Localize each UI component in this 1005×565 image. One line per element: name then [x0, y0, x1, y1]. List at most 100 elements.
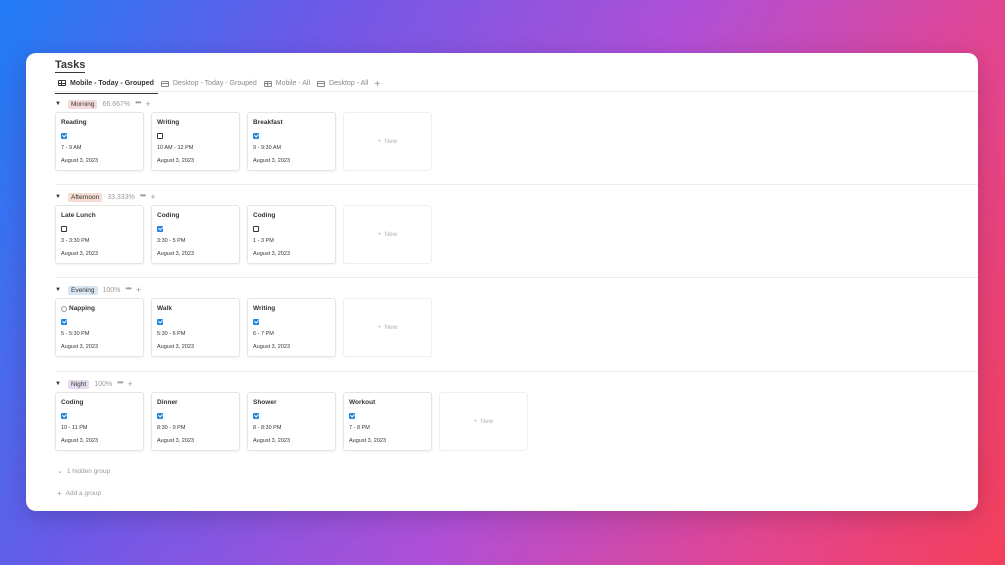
- add-group-button[interactable]: + Add a group: [57, 489, 101, 498]
- card-time: 5 - 5:30 PM: [61, 331, 90, 337]
- checkbox-checked[interactable]: [157, 413, 163, 419]
- card-title: Dinner: [157, 399, 234, 406]
- card-date: August 3, 2023: [253, 438, 291, 444]
- task-card[interactable]: Writing 10 AM - 12 PM August 3, 2023: [151, 112, 240, 171]
- group-percent: 33.333%: [107, 193, 135, 201]
- checkbox-checked[interactable]: [61, 413, 67, 419]
- checkbox-unchecked[interactable]: [61, 226, 67, 232]
- task-card[interactable]: Coding 1 - 3 PM August 3, 2023: [247, 205, 336, 264]
- checkbox-checked[interactable]: [61, 133, 67, 139]
- checkbox-checked[interactable]: [61, 319, 67, 325]
- checkbox-checked[interactable]: [157, 226, 163, 232]
- more-options-icon[interactable]: •••: [140, 191, 146, 200]
- card-time: 6 - 7 PM: [253, 331, 274, 337]
- collapse-caret-icon[interactable]: ▼: [55, 381, 63, 387]
- checkbox-checked[interactable]: [253, 413, 259, 419]
- checkbox-unchecked[interactable]: [157, 133, 163, 139]
- board-icon: [58, 80, 66, 86]
- group-header: ▼ Morning 66.667% ••• +: [55, 98, 978, 109]
- card-title: Reading: [61, 119, 138, 126]
- card-title: Coding: [253, 212, 330, 219]
- card-time: 10 AM - 12 PM: [157, 145, 194, 151]
- new-card-button[interactable]: + New: [343, 298, 432, 357]
- add-card-icon[interactable]: +: [150, 192, 155, 202]
- card-title-text: Writing: [157, 119, 180, 126]
- card-date: August 3, 2023: [253, 158, 291, 164]
- card-title-text: Walk: [157, 305, 172, 312]
- card-title-text: Napping: [69, 305, 95, 312]
- task-card[interactable]: Walk 5:30 - 6 PM August 3, 2023: [151, 298, 240, 357]
- hidden-groups-toggle[interactable]: ⌄ 1 hidden group: [57, 467, 111, 476]
- task-card[interactable]: Coding 3:30 - 5 PM August 3, 2023: [151, 205, 240, 264]
- hidden-groups-label: 1 hidden group: [66, 467, 111, 475]
- group-header: ▼ Afternoon 33.333% ••• +: [55, 191, 978, 202]
- card-title: Late Lunch: [61, 212, 138, 219]
- new-card-button[interactable]: + New: [343, 205, 432, 264]
- card-title-text: Late Lunch: [61, 212, 96, 219]
- group-divider: [55, 277, 978, 278]
- group-2: ▼ Evening 100% ••• + Napping 5 - 5:30 PM August…: [55, 284, 978, 357]
- card-row: Reading 7 - 9 AM August 3, 2023 Writing 10 A…: [55, 112, 432, 171]
- plus-icon: +: [377, 231, 382, 238]
- card-date: August 3, 2023: [61, 438, 99, 444]
- collapse-caret-icon[interactable]: ▼: [55, 194, 63, 200]
- group-percent: 66.667%: [102, 100, 131, 108]
- add-card-icon[interactable]: +: [136, 285, 141, 295]
- collapse-caret-icon[interactable]: ▼: [55, 287, 63, 293]
- tab-label: Desktop - All: [329, 80, 369, 87]
- card-title-text: Coding: [253, 212, 276, 219]
- card-time: 7 - 8 PM: [349, 425, 370, 431]
- checkbox-checked[interactable]: [253, 319, 259, 325]
- add-view-button[interactable]: +: [374, 79, 380, 90]
- group-header: ▼ Evening 100% ••• +: [55, 284, 978, 295]
- new-card-button[interactable]: + New: [343, 112, 432, 171]
- group-header: ▼ Night 100% ••• +: [55, 378, 978, 389]
- group-3: ▼ Night 100% ••• + Coding 10 - 11 PM August 3, …: [55, 378, 978, 451]
- checkbox-checked[interactable]: [253, 133, 259, 139]
- table-icon: [317, 80, 326, 87]
- card-title-text: Coding: [157, 212, 180, 219]
- plus-icon: +: [57, 489, 62, 498]
- new-card-label: New: [384, 138, 398, 145]
- checkbox-checked[interactable]: [349, 413, 355, 419]
- card-title-text: Breakfast: [253, 119, 283, 126]
- add-group-label: Add a group: [65, 490, 102, 497]
- checkbox-unchecked[interactable]: [253, 226, 259, 232]
- card-date: August 3, 2023: [61, 251, 99, 257]
- plus-icon: +: [473, 418, 478, 425]
- new-card-button[interactable]: + New: [439, 392, 528, 451]
- task-card[interactable]: Late Lunch 3 - 3:30 PM August 3, 2023: [55, 205, 144, 264]
- board-icon: [263, 80, 272, 87]
- card-title-text: Dinner: [157, 399, 178, 406]
- task-card[interactable]: Dinner 8:30 - 9 PM August 3, 2023: [151, 392, 240, 451]
- add-card-icon[interactable]: +: [128, 379, 133, 389]
- task-card[interactable]: Shower 8 - 8:30 PM August 3, 2023: [247, 392, 336, 451]
- more-options-icon[interactable]: •••: [117, 378, 123, 387]
- task-card[interactable]: Breakfast 9 - 9:30 AM August 3, 2023: [247, 112, 336, 171]
- more-options-icon[interactable]: •••: [125, 284, 131, 293]
- card-date: August 3, 2023: [157, 438, 195, 444]
- card-date: August 3, 2023: [157, 251, 195, 257]
- task-card[interactable]: Workout 7 - 8 PM August 3, 2023: [343, 392, 432, 451]
- card-time: 8 - 8:30 PM: [253, 425, 282, 431]
- task-card[interactable]: Napping 5 - 5:30 PM August 3, 2023: [55, 298, 144, 357]
- card-time: 7 - 9 AM: [61, 145, 82, 151]
- card-date: August 3, 2023: [253, 251, 291, 257]
- task-card[interactable]: Reading 7 - 9 AM August 3, 2023: [55, 112, 144, 171]
- more-options-icon[interactable]: •••: [135, 98, 141, 107]
- add-card-icon[interactable]: +: [146, 99, 151, 109]
- tab-label: Desktop - Today - Grouped: [172, 80, 257, 87]
- plus-icon: +: [377, 138, 382, 145]
- card-date: August 3, 2023: [253, 344, 291, 350]
- task-card[interactable]: Coding 10 - 11 PM August 3, 2023: [55, 392, 144, 451]
- collapse-caret-icon[interactable]: ▼: [55, 101, 63, 107]
- card-title: Workout: [349, 399, 426, 406]
- task-card[interactable]: Writing 6 - 7 PM August 3, 2023: [247, 298, 336, 357]
- group-percent: 100%: [102, 286, 121, 294]
- chevron-down-icon: ⌄: [57, 468, 63, 475]
- group-divider: [55, 371, 978, 372]
- card-row: Napping 5 - 5:30 PM August 3, 2023 Walk 5:30…: [55, 298, 432, 357]
- plus-icon: +: [377, 324, 382, 331]
- tab-label: Mobile - Today - Grouped: [70, 79, 154, 87]
- checkbox-checked[interactable]: [157, 319, 163, 325]
